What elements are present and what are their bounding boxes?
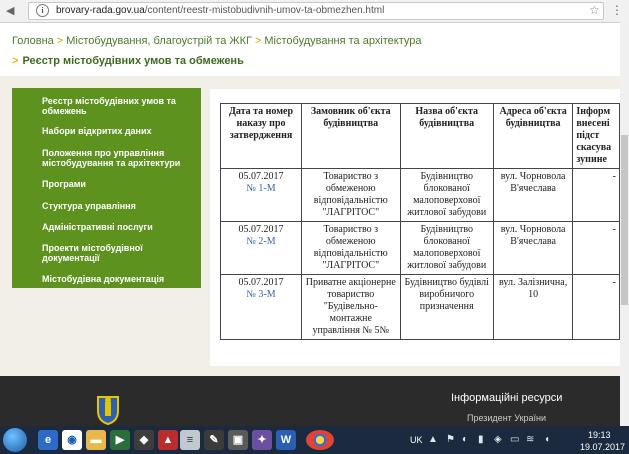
notepad-icon[interactable]: ≡ bbox=[180, 430, 200, 450]
sidebar-item-structure[interactable]: Стуктура управління bbox=[42, 201, 192, 211]
cell-customer: Товариство з обмеженою відповідальністю … bbox=[301, 221, 401, 275]
footer-link-president[interactable]: Президент України bbox=[467, 413, 546, 423]
col-header-info: Інформ внесені підст скасува зупине bbox=[572, 103, 620, 169]
acrobat-icon[interactable]: ▲ bbox=[158, 430, 178, 450]
registry-table: Дата та номер наказу про затвердження За… bbox=[219, 103, 620, 340]
cell-info: - bbox=[572, 221, 620, 275]
language-indicator[interactable]: UK bbox=[410, 435, 423, 445]
cell-info: - bbox=[572, 274, 620, 340]
sidebar-item-open-data[interactable]: Набори відкритих даних bbox=[42, 126, 192, 136]
footer-info-resources: Інформаційні ресурси bbox=[451, 392, 563, 404]
cell-info: - bbox=[572, 168, 620, 222]
table-row: 05.07.2017 № 1-М Товариство з обмеженою в… bbox=[219, 168, 620, 222]
scrollbar-thumb[interactable] bbox=[621, 135, 628, 305]
chrome-icon[interactable] bbox=[306, 430, 334, 450]
sidebar-item-documentation[interactable]: Містобудівна документація bbox=[42, 274, 192, 284]
clock-time[interactable]: 19:13 bbox=[588, 430, 611, 440]
browser-menu-icon[interactable]: ⋮ bbox=[611, 3, 623, 17]
ie-icon[interactable]: e bbox=[38, 430, 58, 450]
sidebar-item-programs[interactable]: Програми bbox=[42, 179, 192, 189]
chrome-alt-icon[interactable]: ◉ bbox=[62, 430, 82, 450]
table-header-row: Дата та номер наказу про затвердження За… bbox=[219, 103, 620, 169]
app2-icon[interactable]: ✦ bbox=[252, 430, 272, 450]
browser-address-bar: ◀ i brovary-rada.gov.ua/content/reestr-m… bbox=[0, 0, 629, 23]
cell-customer: Товариство з обмеженою відповідальністю … bbox=[301, 168, 401, 222]
sidebar-item-regulations[interactable]: Положення про управління містобудування … bbox=[42, 148, 192, 168]
tray-display-icon[interactable]: ▭ bbox=[510, 434, 519, 445]
word-icon[interactable]: W bbox=[276, 430, 296, 450]
tray-security-icon[interactable]: ◈ bbox=[494, 434, 502, 445]
gimp-icon[interactable]: ✎ bbox=[204, 430, 224, 450]
folder-icon[interactable]: ▬ bbox=[86, 430, 106, 450]
col-header-object: Назва об'єкта будівництва bbox=[399, 103, 494, 169]
chevron-right-icon: > bbox=[12, 55, 19, 67]
order-link[interactable]: № 3-М bbox=[224, 289, 298, 301]
info-icon[interactable]: i bbox=[36, 4, 49, 17]
sidebar-item-admin-services[interactable]: Адміністративні послуги bbox=[42, 222, 192, 232]
tray-flag-icon[interactable]: ⚑ bbox=[446, 434, 455, 445]
page-header: Головна > Містобудування, благоустрій та Ж… bbox=[0, 23, 629, 75]
cell-object: Будівництво блокованої малоповерхової жи… bbox=[399, 221, 494, 275]
cell-customer: Приватне акціонерне товариство "Будівель… bbox=[301, 274, 401, 340]
clock-date[interactable]: 19.07.2017 bbox=[580, 442, 625, 452]
table-row: 05.07.2017 № 2-М Товариство з обмеженою в… bbox=[219, 221, 620, 275]
media-icon[interactable]: ▶ bbox=[110, 430, 130, 450]
start-button[interactable] bbox=[3, 428, 27, 452]
cell-date: 05.07.2017 № 1-М bbox=[219, 168, 303, 222]
col-header-date: Дата та номер наказу про затвердження bbox=[219, 103, 303, 169]
cell-object: Будівництво блокованої малоповерхової жи… bbox=[399, 168, 494, 222]
breadcrumb-architecture[interactable]: Містобудування та архітектура bbox=[264, 35, 421, 47]
col-header-customer: Замовник об'єкта будівництва bbox=[301, 103, 401, 169]
order-link[interactable]: № 2-М bbox=[224, 236, 298, 248]
sidebar-item-projects[interactable]: Проекти містобудівної документації bbox=[42, 243, 192, 263]
breadcrumb-separator: > bbox=[254, 35, 262, 47]
city-crest-icon bbox=[97, 396, 119, 425]
tray-network-icon[interactable]: ▮ bbox=[478, 434, 484, 445]
photo-icon[interactable]: ▣ bbox=[228, 430, 248, 450]
table-row: 05.07.2017 № 3-М Приватне акціонерне това… bbox=[219, 274, 620, 340]
breadcrumb-home[interactable]: Головна bbox=[12, 35, 54, 47]
tray-up-arrow-icon[interactable]: ▲ bbox=[428, 434, 438, 445]
content-panel: Дата та номер наказу про затвердження За… bbox=[210, 89, 620, 366]
cell-address: вул. Чорновола В'ячеслава bbox=[492, 221, 574, 275]
tray-app-icon[interactable]: ◐ bbox=[462, 434, 468, 445]
cell-object: Будівництво будівлі виробничого призначе… bbox=[399, 274, 494, 340]
sidebar-item-registry[interactable]: Реєстр містобудівних умов та обмежень bbox=[42, 96, 192, 116]
breadcrumb-urban[interactable]: Містобудування, благоустрій та ЖКГ bbox=[66, 35, 252, 47]
back-arrow-icon[interactable]: ◀ bbox=[6, 4, 14, 17]
breadcrumb: Головна > Містобудування, благоустрій та Ж… bbox=[12, 35, 422, 47]
breadcrumb-separator: > bbox=[56, 35, 64, 47]
col-header-address: Адреса об'єкта будівництва bbox=[492, 103, 574, 169]
order-link[interactable]: № 1-М bbox=[224, 183, 298, 195]
cell-address: вул. Чорновола В'ячеслава bbox=[492, 168, 574, 222]
tray-wifi-icon[interactable]: ≋ bbox=[526, 434, 534, 445]
tray-volume-icon[interactable]: ◖ bbox=[544, 434, 550, 445]
sidebar: Реєстр містобудівних умов та обмежень На… bbox=[12, 88, 201, 288]
page-title: > Реєстр містобудівних умов та обмежень bbox=[12, 55, 244, 67]
bookmark-star-icon[interactable]: ☆ bbox=[589, 3, 600, 17]
cell-address: вул. Залізнична, 10 bbox=[492, 274, 574, 340]
cell-date: 05.07.2017 № 3-М bbox=[219, 274, 303, 340]
url-text[interactable]: brovary-rada.gov.ua/content/reestr-misto… bbox=[56, 5, 384, 16]
app-icon[interactable]: ◆ bbox=[134, 430, 154, 450]
cell-date: 05.07.2017 № 2-М bbox=[219, 221, 303, 275]
